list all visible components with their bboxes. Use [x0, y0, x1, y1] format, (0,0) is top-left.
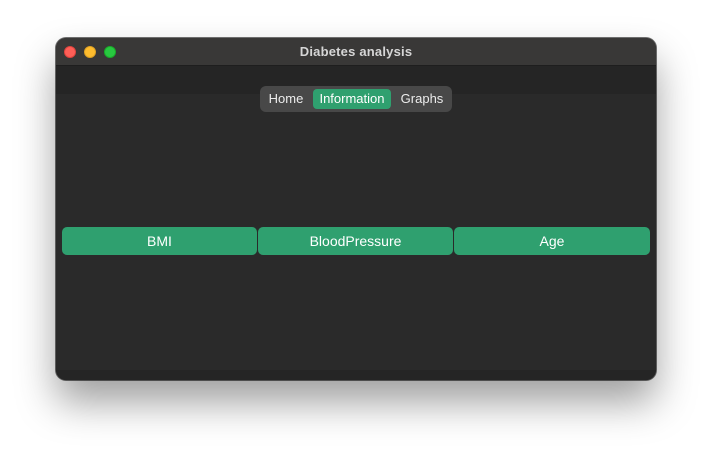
blood-pressure-button[interactable]: BloodPressure: [258, 227, 453, 255]
tab-information[interactable]: Information: [313, 89, 391, 109]
app-window: Diabetes analysis Home Information Graph…: [56, 38, 656, 380]
tab-home[interactable]: Home: [263, 89, 309, 109]
window-title: Diabetes analysis: [299, 44, 413, 59]
age-button[interactable]: Age: [454, 227, 650, 255]
bottom-bar: [56, 370, 656, 380]
bmi-button[interactable]: BMI: [62, 227, 257, 255]
tab-selector: Home Information Graphs: [260, 86, 452, 112]
title-bar[interactable]: Diabetes analysis: [56, 38, 656, 66]
tab-graphs[interactable]: Graphs: [395, 89, 449, 109]
